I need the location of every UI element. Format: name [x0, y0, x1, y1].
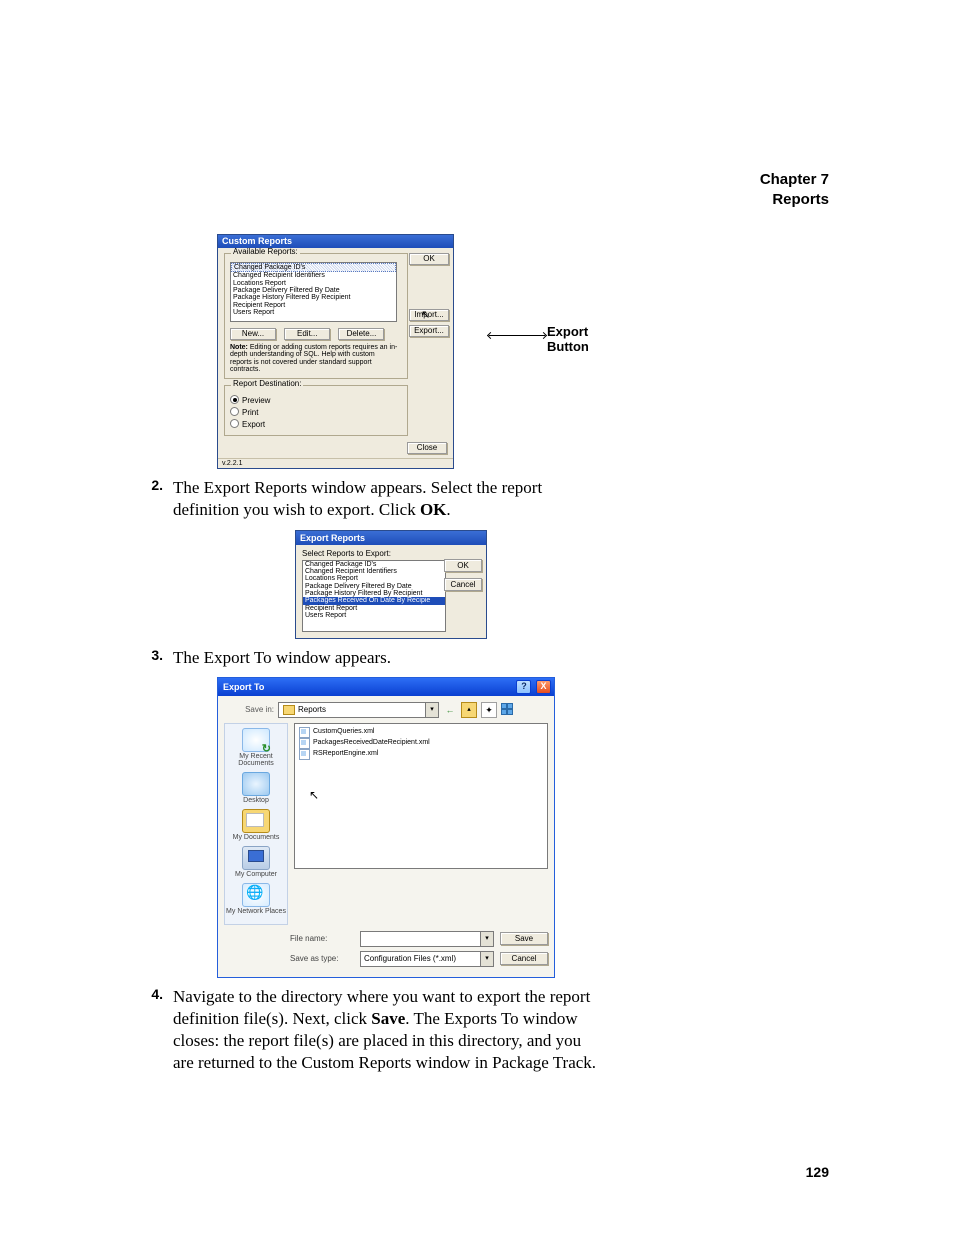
export-radio[interactable]: Export — [230, 418, 402, 430]
computer-icon — [242, 846, 270, 870]
file-item[interactable]: CustomQueries.xml — [299, 727, 543, 738]
xml-file-icon — [299, 738, 310, 749]
network-icon — [242, 883, 270, 907]
available-reports-group: Available Reports: Changed Package ID's … — [224, 253, 408, 379]
save-in-value: Reports — [298, 705, 326, 714]
up-one-level-button[interactable]: ▴ — [461, 702, 477, 718]
save-button[interactable]: Save — [500, 932, 548, 945]
step-text: The Export Reports window appears. Selec… — [173, 477, 603, 521]
new-button[interactable]: New... — [230, 328, 276, 340]
chevron-down-icon[interactable]: ▾ — [480, 952, 493, 966]
page-header: Chapter 7 Reports — [125, 170, 829, 209]
report-destination-group: Report Destination: Preview Print Export — [224, 385, 408, 436]
file-item[interactable]: PackagesReceivedDateRecipient.xml — [299, 738, 543, 749]
step-number: 2. — [137, 477, 163, 493]
close-button[interactable]: X — [536, 680, 551, 694]
version-label: v.2.2.1 — [218, 458, 453, 468]
step-text: Navigate to the directory where you want… — [173, 986, 603, 1074]
list-item[interactable]: Users Report — [231, 309, 396, 316]
callout-arrow-icon — [489, 335, 545, 336]
close-button[interactable]: Close — [407, 442, 447, 454]
step-number: 3. — [137, 647, 163, 663]
new-folder-button[interactable]: ✦ — [481, 702, 497, 718]
select-reports-label: Select Reports to Export: — [302, 549, 480, 558]
export-to-title: Export To — [223, 682, 264, 692]
export-reports-dialog: Export Reports Select Reports to Export:… — [295, 530, 487, 639]
export-reports-list[interactable]: Changed Package ID's Changed Recipient I… — [302, 560, 446, 632]
delete-button[interactable]: Delete... — [338, 328, 384, 340]
print-radio[interactable]: Print — [230, 406, 402, 418]
list-item[interactable]: Package History Filtered By Recipient — [303, 590, 445, 597]
place-documents[interactable]: My Documents — [225, 809, 287, 841]
page-number: 129 — [125, 1164, 829, 1180]
list-item[interactable]: Recipient Report — [231, 302, 396, 309]
cancel-button[interactable]: Cancel — [500, 952, 548, 965]
place-network[interactable]: My Network Places — [225, 883, 287, 915]
edit-button[interactable]: Edit... — [284, 328, 330, 340]
back-button[interactable]: ← — [443, 703, 457, 717]
custom-reports-note: Note: Editing or adding custom reports r… — [230, 344, 398, 373]
xml-file-icon — [299, 727, 310, 738]
places-bar: My Recent Documents Desktop My Documents… — [224, 723, 288, 925]
report-destination-label: Report Destination: — [231, 380, 303, 388]
available-reports-label: Available Reports: — [231, 248, 300, 256]
file-name-input[interactable]: ▾ — [360, 931, 494, 947]
cancel-button[interactable]: Cancel — [444, 578, 482, 591]
custom-reports-figure: Export Button Custom Reports OK ↖ Import… — [217, 234, 607, 469]
save-in-combo[interactable]: Reports ▾ — [278, 702, 439, 718]
save-as-type-label: Save as type: — [290, 954, 354, 963]
step-text: The Export To window appears. — [173, 647, 603, 669]
place-recent[interactable]: My Recent Documents — [225, 728, 287, 767]
file-item[interactable]: RSReportEngine.xml — [299, 749, 543, 760]
section-label: Reports — [125, 190, 829, 210]
chapter-label: Chapter 7 — [125, 170, 829, 190]
ok-button[interactable]: OK — [444, 559, 482, 572]
export-to-dialog: Export To ? X Save in: Reports — [217, 677, 555, 978]
save-as-type-combo[interactable]: Configuration Files (*.xml)▾ — [360, 951, 494, 967]
cursor-icon: ↖ — [421, 310, 430, 321]
list-item[interactable]: Locations Report — [303, 575, 445, 582]
documents-icon — [242, 809, 270, 833]
chevron-down-icon[interactable]: ▾ — [480, 932, 493, 946]
list-item[interactable]: Changed Recipient Identifiers — [303, 568, 445, 575]
help-button[interactable]: ? — [516, 680, 531, 694]
folder-icon — [283, 705, 295, 715]
list-item[interactable]: Locations Report — [231, 280, 396, 287]
step-number: 4. — [137, 986, 163, 1002]
recent-icon — [242, 728, 270, 752]
preview-radio[interactable]: Preview — [230, 394, 402, 406]
cursor-icon: ↖ — [309, 788, 319, 802]
ok-button[interactable]: OK — [409, 253, 449, 265]
list-item[interactable]: Recipient Report — [303, 605, 445, 612]
export-button[interactable]: Export... — [409, 325, 449, 337]
place-computer[interactable]: My Computer — [225, 846, 287, 878]
list-item[interactable]: Package Delivery Filtered By Date — [303, 583, 445, 590]
list-item[interactable]: Package Delivery Filtered By Date — [231, 287, 396, 294]
view-menu-button[interactable] — [501, 703, 515, 717]
list-item[interactable]: Users Report — [303, 612, 445, 619]
export-button-callout: Export Button — [547, 324, 607, 354]
desktop-icon — [242, 772, 270, 796]
list-item[interactable]: Package History Filtered By Recipient — [231, 294, 396, 301]
custom-reports-dialog: Custom Reports OK ↖ Import... Export... … — [217, 234, 454, 469]
list-item[interactable]: Changed Package ID's — [303, 561, 445, 568]
chevron-down-icon[interactable]: ▾ — [425, 703, 438, 717]
list-item[interactable]: Changed Package ID's — [231, 263, 396, 272]
place-desktop[interactable]: Desktop — [225, 772, 287, 804]
available-reports-list[interactable]: Changed Package ID's Changed Recipient I… — [230, 262, 397, 322]
file-list-area[interactable]: CustomQueries.xml PackagesReceivedDateRe… — [294, 723, 548, 869]
list-item[interactable]: Packages Received On Date By Recipie — [303, 597, 445, 604]
list-item[interactable]: Changed Recipient Identifiers — [231, 272, 396, 279]
export-reports-title: Export Reports — [296, 531, 486, 545]
xml-file-icon — [299, 749, 310, 760]
save-in-label: Save in: — [224, 705, 274, 714]
file-name-label: File name: — [290, 934, 354, 943]
